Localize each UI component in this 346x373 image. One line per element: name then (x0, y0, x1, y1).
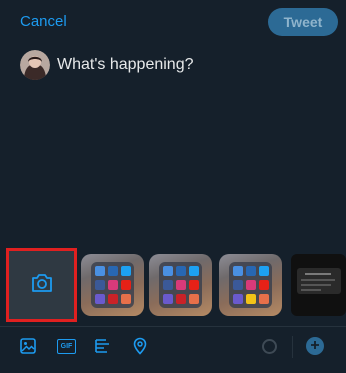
character-counter (262, 339, 277, 354)
compose-placeholder[interactable]: What's happening? (57, 56, 193, 74)
gif-button[interactable]: GIF (57, 339, 76, 354)
media-thumbnail[interactable] (149, 254, 212, 316)
poll-icon[interactable] (94, 337, 116, 359)
toolbar-separator (292, 336, 293, 358)
avatar[interactable] (20, 50, 50, 80)
image-icon[interactable] (19, 337, 41, 359)
media-thumbnail[interactable] (81, 254, 144, 316)
media-strip (0, 248, 346, 322)
top-bar: Cancel Tweet (0, 0, 346, 44)
tweet-button[interactable]: Tweet (268, 8, 338, 36)
media-thumbnail[interactable] (219, 254, 282, 316)
compose-toolbar: GIF (0, 327, 346, 373)
camera-button[interactable] (6, 248, 77, 322)
location-icon[interactable] (131, 337, 153, 359)
media-thumbnail[interactable] (291, 254, 346, 316)
cancel-button[interactable]: Cancel (20, 13, 67, 30)
plus-icon (310, 337, 320, 355)
add-thread-button[interactable] (306, 337, 324, 355)
compose-area[interactable]: What's happening? (20, 50, 320, 82)
camera-icon (31, 273, 53, 298)
